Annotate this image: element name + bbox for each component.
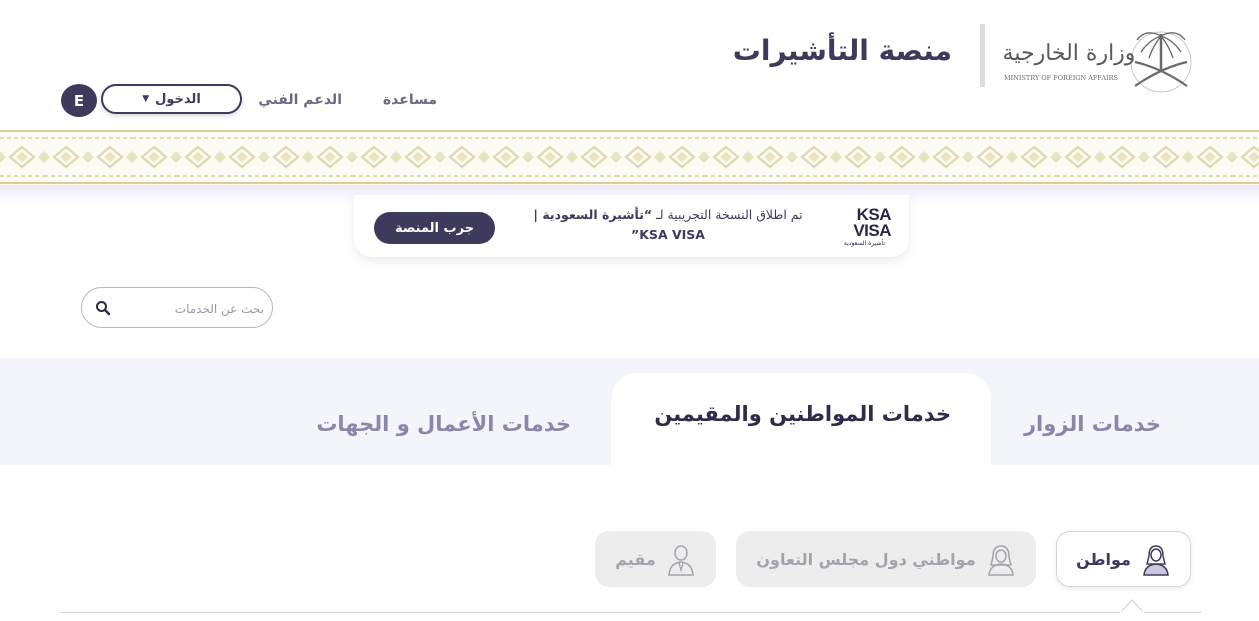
ministry-logo[interactable]: وزارة الخارجية MINISTRY OF FOREIGN AFFAI… <box>1001 20 1201 95</box>
header-divider <box>980 24 985 87</box>
tab-business-services[interactable]: خدمات الأعمال و الجهات <box>316 412 571 436</box>
category-label: مقيم <box>615 549 656 569</box>
search-input[interactable] <box>122 288 266 329</box>
announcement-text: تم اطلاق النسخة التجريبية لـ “تأشيرة الس… <box>533 207 803 242</box>
svg-text:وزارة الخارجية: وزارة الخارجية <box>1003 41 1136 66</box>
active-category-pointer-icon <box>1120 599 1144 613</box>
try-platform-button[interactable]: جرب المنصة <box>374 212 495 244</box>
tab-visitor-services[interactable]: خدمات الزوار <box>1024 412 1161 436</box>
nav-help-link[interactable]: مساعدة <box>383 92 437 108</box>
category-citizen[interactable]: مواطن <box>1056 531 1191 587</box>
citizen-icon <box>1143 545 1169 576</box>
nav-support-link[interactable]: الدعم الفني <box>258 92 342 108</box>
category-resident[interactable]: مقيم <box>595 531 716 587</box>
category-label: مواطن <box>1076 549 1131 569</box>
service-search <box>81 287 273 329</box>
login-dropdown-button[interactable]: ▼ الدخول <box>101 84 242 114</box>
login-label: الدخول <box>155 91 201 107</box>
category-gcc-citizen[interactable]: مواطني دول مجلس التعاون <box>736 531 1036 587</box>
tab-citizen-resident-services[interactable]: خدمات المواطنين والمقيمين <box>654 402 951 426</box>
section-divider <box>61 612 1201 613</box>
caret-down-icon: ▼ <box>142 94 150 104</box>
page-title: منصة التأشيرات <box>732 34 952 67</box>
palm-swords-emblem-icon <box>1130 31 1192 93</box>
gcc-citizen-icon <box>987 545 1014 576</box>
search-icon[interactable] <box>95 300 111 316</box>
ksa-visa-logo: KSA VISA تأشيرة السعودية <box>843 205 892 247</box>
decorative-pattern-band <box>0 129 1259 185</box>
resident-icon <box>667 545 694 576</box>
category-label: مواطني دول مجلس التعاون <box>756 549 976 569</box>
language-toggle-button[interactable]: E <box>61 84 97 117</box>
svg-text:MINISTRY OF FOREIGN AFFAIRS: MINISTRY OF FOREIGN AFFAIRS <box>1004 74 1118 82</box>
announcement-card: KSA VISA تأشيرة السعودية تم اطلاق النسخة… <box>354 195 909 257</box>
